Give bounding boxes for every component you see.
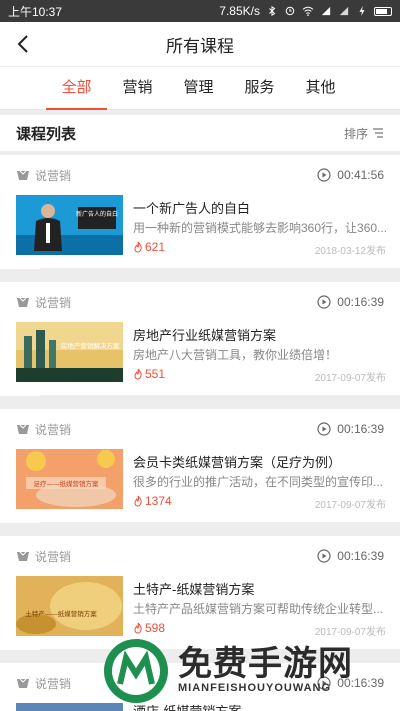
page-title: 所有课程	[166, 36, 234, 56]
play-icon	[317, 549, 331, 563]
category-tag-icon	[17, 297, 29, 307]
category-tag-icon	[17, 424, 29, 434]
site-watermark: 免费手游网 MIANFEISHOUYOUWANG	[98, 636, 398, 706]
publish-date: 2017-09-07发布	[314, 500, 386, 511]
category-tag-icon	[17, 551, 29, 561]
course-title: 一个新广告人的自白	[133, 201, 251, 216]
flame-icon	[134, 622, 142, 634]
course-description: 很多的行业的推广活动，在不同类型的宣传印...	[133, 475, 384, 489]
list-header: 课程列表 排序	[0, 115, 400, 151]
course-thumbnail: 房地产营销解决方案	[16, 322, 123, 382]
hot-count: 621	[145, 240, 166, 254]
publish-date: 2018-03-12发布	[314, 246, 386, 257]
thumbnail-caption: 足疗——纸媒营销方案	[34, 479, 100, 488]
watermark-subtitle: MIANFEISHOUYOUWANG	[178, 682, 332, 694]
course-title: 会员卡类纸媒营销方案（足疗为例）	[133, 455, 342, 470]
hot-count: 598	[145, 621, 166, 635]
charging-icon	[359, 6, 365, 16]
hot-count: 1374	[145, 494, 172, 508]
flame-icon	[134, 241, 142, 253]
play-icon	[317, 422, 331, 436]
flame-icon	[134, 495, 142, 507]
battery-icon	[374, 6, 392, 16]
course-category: 说营销	[35, 422, 72, 437]
course-category: 说营销	[35, 676, 72, 691]
flame-icon	[134, 368, 142, 380]
play-icon	[317, 295, 331, 309]
divider	[40, 522, 400, 523]
sort-label: 排序	[343, 126, 368, 141]
tab-management[interactable]: 管理	[168, 67, 229, 109]
sort-button[interactable]: 排序	[344, 125, 384, 142]
watermark-title: 免费手游网	[178, 645, 353, 683]
tab-all[interactable]: 全部	[46, 67, 107, 110]
course-card[interactable]: 说营销 00:16:39 足疗——纸媒营销方案 会员卡类纸媒营销方案（足疗为例）…	[0, 409, 400, 523]
course-description: 房地产八大营销工具，教你业绩倍增！	[133, 348, 338, 362]
watermark-logo-icon	[104, 639, 168, 703]
publish-date: 2017-09-07发布	[314, 373, 386, 384]
course-category: 说营销	[35, 168, 72, 183]
category-tag-icon	[17, 678, 29, 688]
course-duration: 00:16:39	[337, 549, 384, 563]
course-title: 房地产行业纸媒营销方案	[133, 328, 277, 343]
tab-other[interactable]: 其他	[290, 67, 351, 109]
sort-icon	[373, 128, 383, 138]
category-tabs: 全部 营销 管理 服务 其他	[0, 66, 400, 110]
thumbnail-caption: 土特产——纸媒营销方案	[25, 609, 97, 618]
signal-icon	[321, 6, 331, 16]
divider	[40, 268, 400, 269]
course-card[interactable]: 说营销 00:16:39 房地产营销解决方案 房地产行业纸媒营销方案 房地产八大…	[0, 282, 400, 396]
thumbnail-caption: 房地产营销解决方案	[61, 341, 120, 350]
course-duration: 00:16:39	[337, 422, 384, 436]
course-thumbnail: 足疗——纸媒营销方案	[16, 449, 123, 509]
list-title: 课程列表	[16, 125, 77, 143]
course-card[interactable]: 说营销 00:16:39 土特产——纸媒营销方案 土特产-纸媒营销方案 土特产产…	[0, 536, 400, 650]
wifi-icon	[302, 6, 314, 16]
alarm-icon	[285, 6, 295, 16]
course-duration: 00:41:56	[337, 168, 384, 182]
play-icon	[317, 168, 331, 182]
course-card[interactable]: 说营销 00:41:56 新广告人的自白 一个新广告人的自白 用一种新的营销模式…	[0, 155, 400, 269]
back-arrow-icon[interactable]	[12, 32, 36, 56]
signal-icon-2	[339, 6, 349, 16]
course-duration: 00:16:39	[337, 295, 384, 309]
network-speed: 7.85K/s	[219, 4, 260, 18]
course-category: 说营销	[35, 295, 72, 310]
app-bar: 所有课程	[0, 22, 400, 66]
course-title: 土特产-纸媒营销方案	[133, 582, 255, 597]
bluetooth-icon	[269, 6, 276, 16]
tab-marketing[interactable]: 营销	[107, 67, 168, 109]
course-description: 土特产产品纸媒营销方案可帮助传统企业转型...	[133, 602, 384, 616]
category-tag-icon	[17, 170, 29, 180]
status-time: 上午10:37	[8, 4, 63, 19]
divider	[40, 395, 400, 396]
thumbnail-caption: 新广告人的自白	[76, 210, 118, 218]
tab-service[interactable]: 服务	[229, 67, 290, 109]
course-thumbnail: 新广告人的自白	[16, 195, 123, 255]
status-bar: 上午10:37 7.85K/s	[0, 0, 400, 22]
course-description: 用一种新的营销模式能够去影响360行，让360...	[133, 221, 386, 235]
hot-count: 551	[145, 367, 166, 381]
course-thumbnail: 土特产——纸媒营销方案	[16, 576, 123, 636]
course-category: 说营销	[35, 549, 72, 564]
